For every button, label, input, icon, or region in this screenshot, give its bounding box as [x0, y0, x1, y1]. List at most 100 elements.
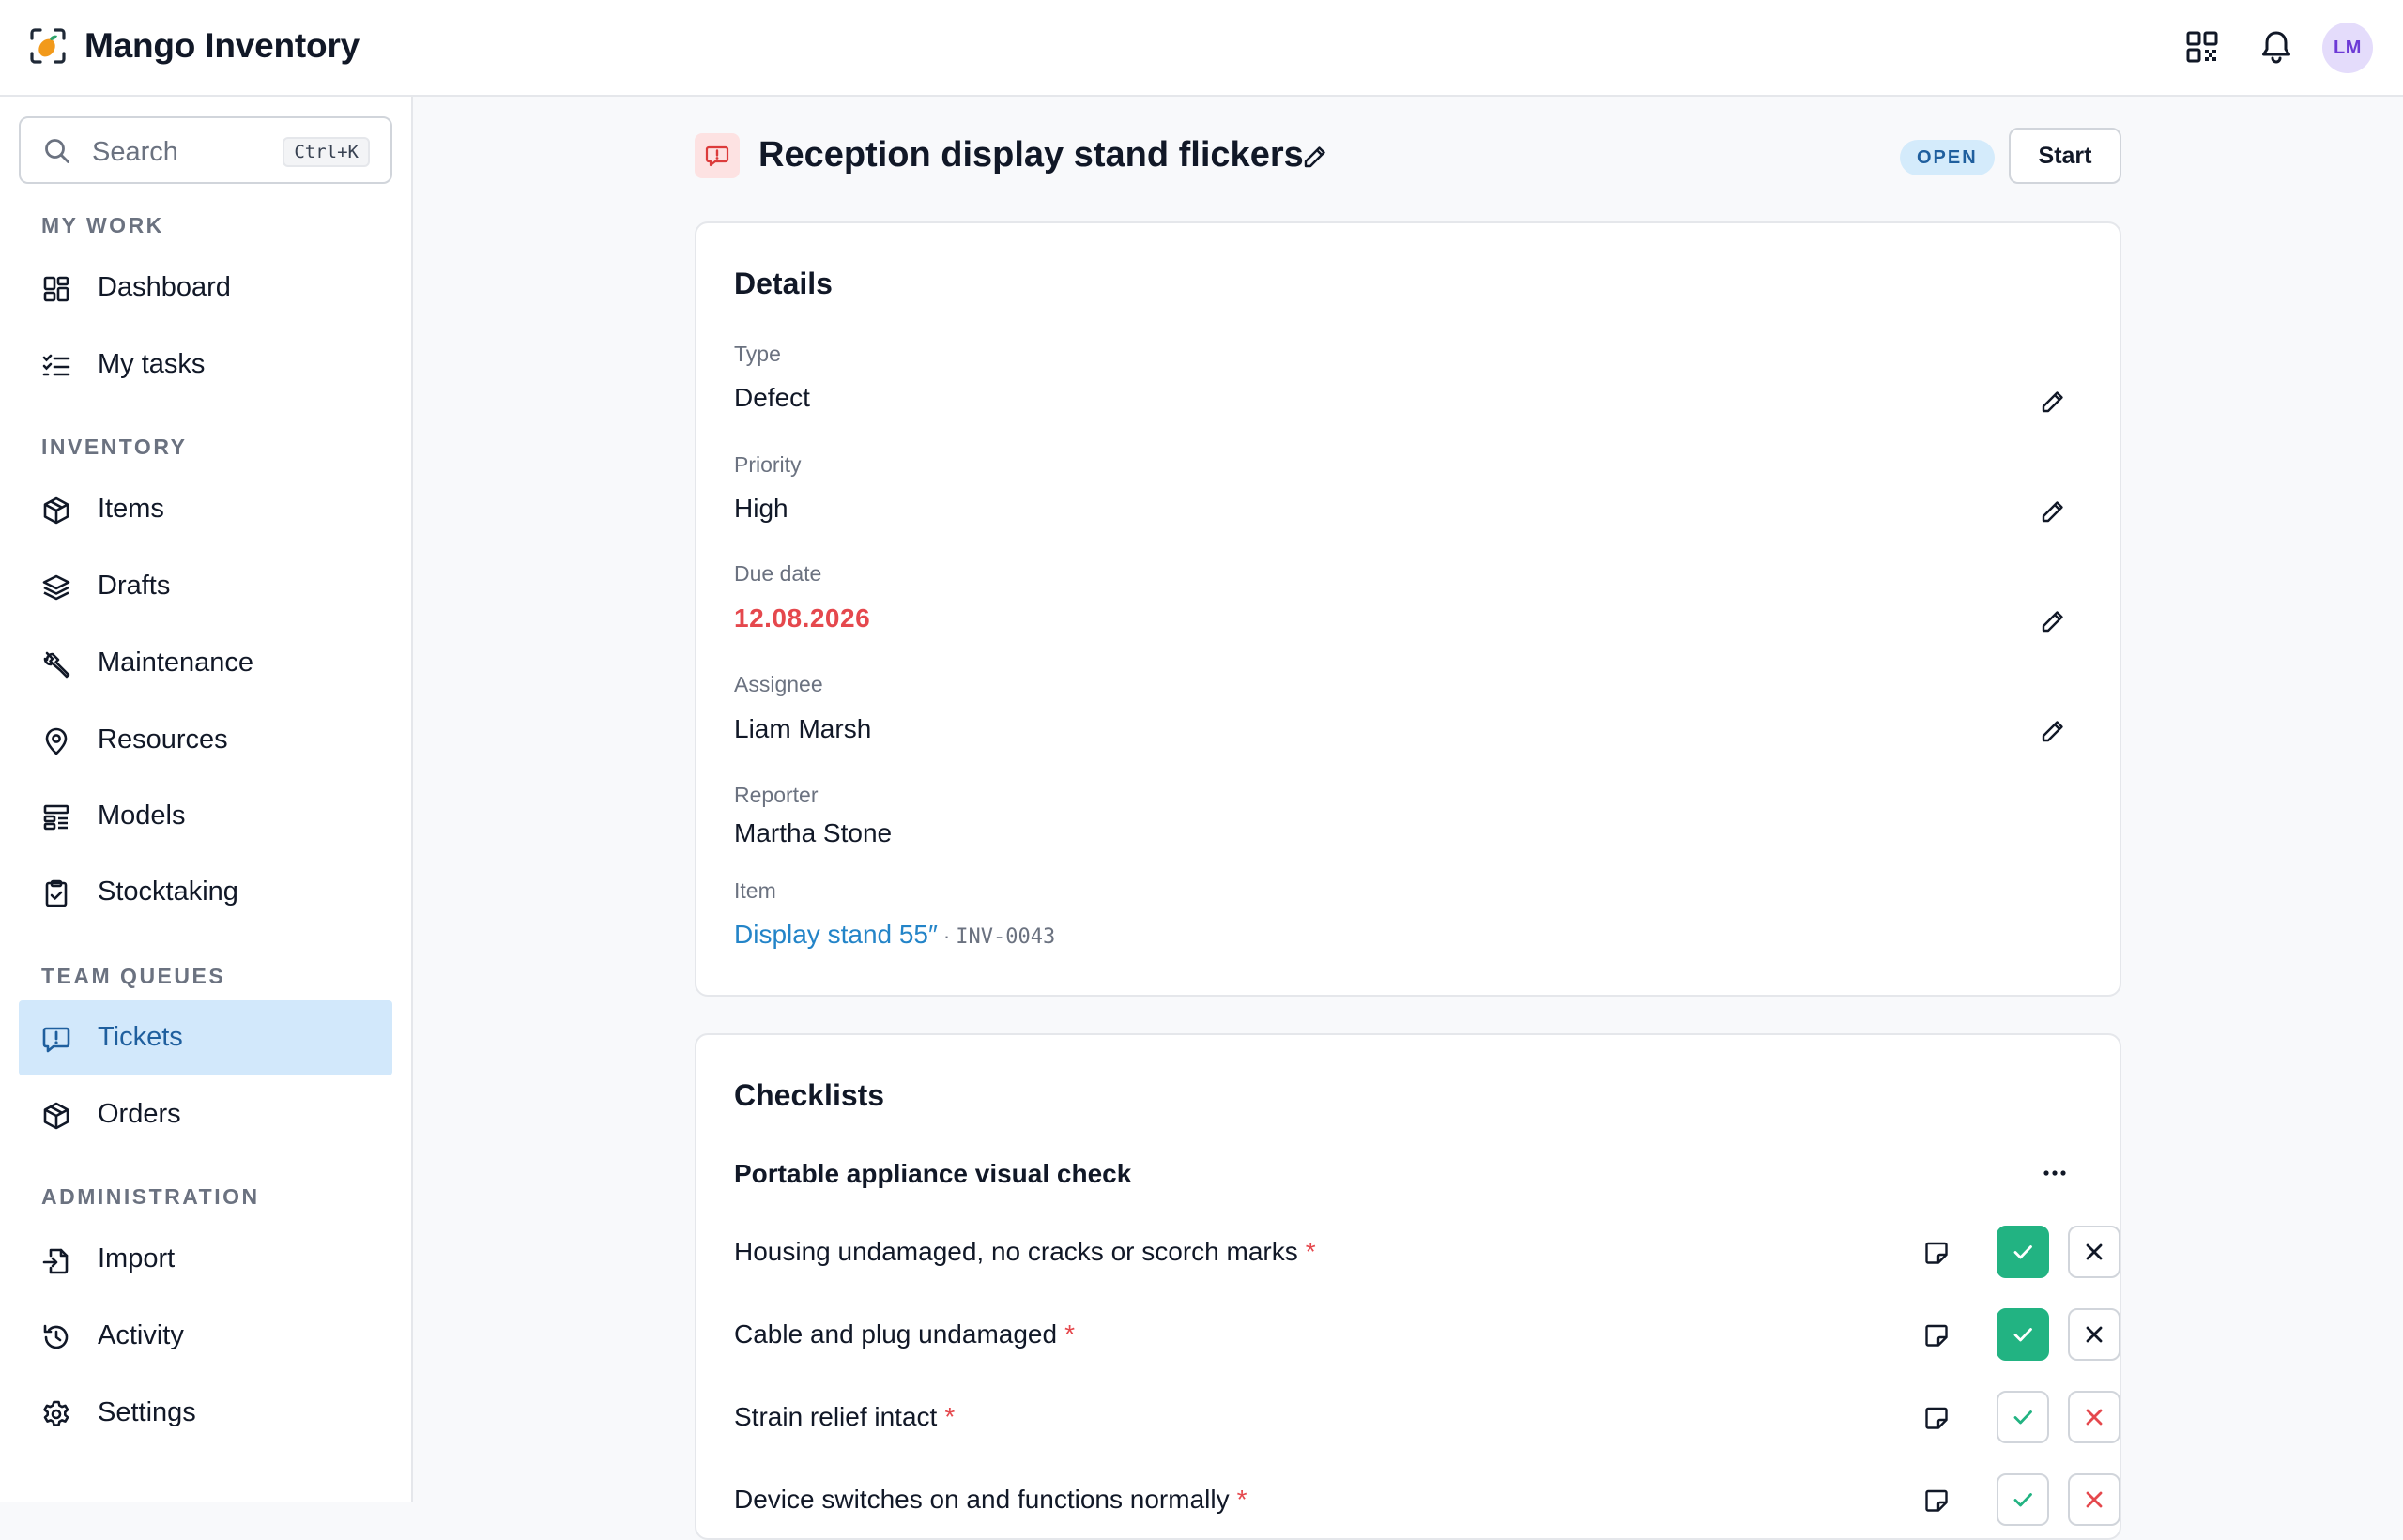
field-value-item: Display stand 55″ · INV-0043	[734, 920, 1055, 950]
sidebar-item-label: Items	[98, 494, 164, 524]
checklist-item-text: Cable and plug undamaged *	[734, 1319, 1075, 1349]
page-title: Reception display stand flickers	[758, 135, 1304, 175]
required-marker: *	[944, 1402, 956, 1431]
location-pin-icon	[45, 727, 68, 755]
add-note-icon[interactable]	[1922, 1239, 1951, 1267]
search-icon	[45, 139, 69, 163]
sidebar-item-orders[interactable]: Orders	[19, 1077, 392, 1152]
wrench-icon	[43, 651, 70, 679]
add-note-icon[interactable]	[1922, 1404, 1951, 1432]
checklist-item-label: Cable and plug undamaged	[734, 1319, 1058, 1349]
ticket-header: Reception display stand flickers OPEN St…	[695, 128, 2121, 186]
section-team-queues: TEAM QUEUES	[41, 964, 226, 988]
check-icon	[2013, 1245, 2032, 1259]
fail-x-button[interactable]	[2068, 1473, 2120, 1526]
checklist-item-text: Strain relief intact *	[734, 1402, 955, 1432]
add-note-icon[interactable]	[1922, 1487, 1951, 1515]
ticket-type-badge	[695, 133, 740, 178]
close-icon	[2086, 1409, 2103, 1426]
close-icon	[2086, 1243, 2103, 1260]
models-icon	[43, 804, 69, 831]
checklist-item: Housing undamaged, no cracks or scorch m…	[734, 1226, 2120, 1278]
item-separator: ·	[942, 924, 951, 948]
checklist-item-label: Strain relief intact	[734, 1402, 938, 1431]
qr-code-icon[interactable]	[2183, 28, 2221, 66]
sidebar: Search Ctrl+K MY WORK Dashboard My tasks…	[0, 97, 413, 1502]
field-value-due-date: 12.08.2026	[734, 603, 871, 633]
bell-icon[interactable]	[2258, 28, 2295, 66]
sidebar-item-tickets[interactable]: Tickets	[19, 1000, 392, 1075]
required-marker: *	[1305, 1237, 1316, 1266]
sidebar-item-label: Stocktaking	[98, 877, 238, 907]
box-icon	[43, 496, 69, 525]
edit-title-pencil-icon[interactable]	[1301, 143, 1329, 171]
edit-due-date-pencil-icon[interactable]	[2039, 607, 2067, 635]
sidebar-item-resources[interactable]: Resources	[19, 703, 392, 778]
edit-assignee-pencil-icon[interactable]	[2039, 717, 2067, 745]
sidebar-item-label: Resources	[98, 724, 228, 755]
search-box[interactable]: Search Ctrl+K	[19, 116, 392, 184]
gear-icon	[43, 1400, 69, 1426]
checklist-item-label: Housing undamaged, no cracks or scorch m…	[734, 1237, 1298, 1266]
field-label-type: Type	[734, 342, 781, 366]
sidebar-item-label: Dashboard	[98, 272, 231, 302]
field-label-assignee: Assignee	[734, 672, 823, 696]
brand-logo-icon	[30, 28, 66, 64]
pass-check-button[interactable]	[1997, 1308, 2049, 1361]
brand[interactable]: Mango Inventory	[29, 26, 360, 66]
sidebar-item-stocktaking[interactable]: Stocktaking	[19, 855, 392, 930]
field-value-type: Defect	[734, 383, 810, 412]
add-note-icon[interactable]	[1922, 1321, 1951, 1349]
sidebar-item-import[interactable]: Import	[19, 1222, 392, 1297]
status-badge: OPEN	[1900, 140, 1995, 175]
fail-x-button[interactable]	[2068, 1391, 2120, 1443]
more-options-icon[interactable]	[2039, 1157, 2071, 1189]
avatar[interactable]: LM	[2322, 23, 2373, 73]
sidebar-item-label: Settings	[98, 1397, 196, 1427]
history-icon	[43, 1324, 69, 1349]
search-input[interactable]: Search	[92, 137, 178, 168]
search-shortcut: Ctrl+K	[283, 137, 370, 167]
fail-x-button[interactable]	[2068, 1226, 2120, 1278]
sidebar-item-my-tasks[interactable]: My tasks	[19, 328, 392, 403]
sidebar-item-label: Models	[98, 800, 186, 831]
fail-x-button[interactable]	[2068, 1308, 2120, 1361]
sidebar-item-label: Orders	[98, 1099, 181, 1129]
top-bar: Mango Inventory LM	[0, 0, 2403, 97]
pass-check-button[interactable]	[1997, 1391, 2049, 1443]
pass-check-button[interactable]	[1997, 1226, 2049, 1278]
checklist-item: Strain relief intact *	[734, 1391, 2120, 1443]
field-value-assignee: Liam Marsh	[734, 714, 872, 743]
section-my-work: MY WORK	[41, 213, 164, 237]
ticket-alert-icon	[705, 145, 729, 167]
edit-priority-pencil-icon[interactable]	[2039, 497, 2067, 526]
checklist-item-label: Device switches on and functions normall…	[734, 1485, 1230, 1514]
start-button[interactable]: Start	[2009, 128, 2121, 184]
sidebar-item-maintenance[interactable]: Maintenance	[19, 626, 392, 701]
sidebar-item-dashboard[interactable]: Dashboard	[19, 251, 392, 326]
layers-icon	[42, 574, 70, 601]
sidebar-item-models[interactable]: Models	[19, 779, 392, 854]
item-code: INV-0043	[956, 925, 1056, 949]
pass-check-button[interactable]	[1997, 1473, 2049, 1526]
item-link[interactable]: Display stand 55″	[734, 920, 938, 949]
sidebar-item-label: Activity	[98, 1320, 184, 1350]
check-icon	[2013, 1328, 2032, 1342]
sidebar-item-label: Import	[98, 1243, 176, 1273]
sidebar-item-items[interactable]: Items	[19, 472, 392, 547]
field-value-priority: High	[734, 494, 788, 523]
app-name: Mango Inventory	[84, 26, 360, 65]
dashboard-icon	[43, 276, 69, 302]
edit-type-pencil-icon[interactable]	[2039, 388, 2067, 416]
sidebar-item-activity[interactable]: Activity	[19, 1299, 392, 1374]
checklist-group-title: Portable appliance visual check	[734, 1159, 1132, 1188]
close-icon	[2086, 1326, 2103, 1343]
field-label-due-date: Due date	[734, 561, 822, 586]
checklist-item: Cable and plug undamaged *	[734, 1308, 2120, 1361]
checklist-item-text: Device switches on and functions normall…	[734, 1485, 1247, 1515]
box-icon	[43, 1102, 69, 1130]
section-inventory: INVENTORY	[41, 435, 188, 459]
sidebar-item-drafts[interactable]: Drafts	[19, 549, 392, 624]
check-icon	[2013, 1493, 2032, 1507]
sidebar-item-settings[interactable]: Settings	[19, 1376, 392, 1451]
